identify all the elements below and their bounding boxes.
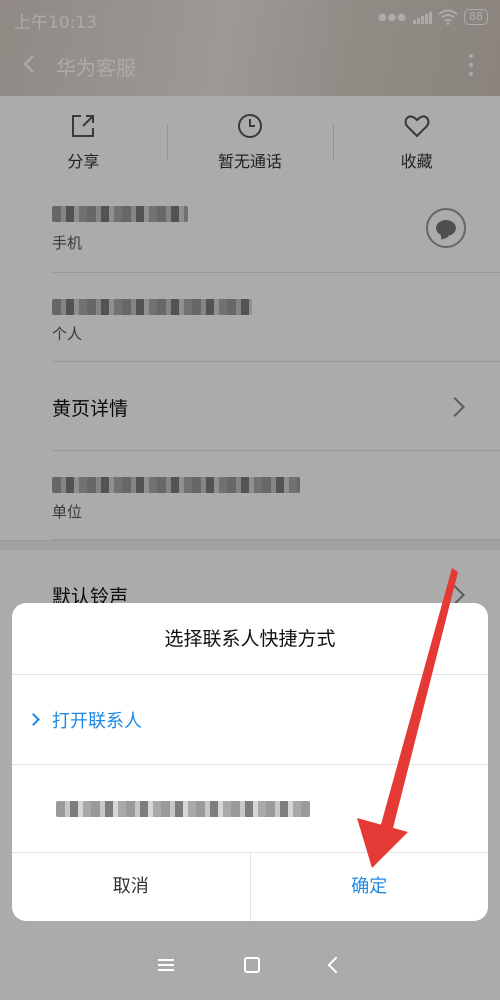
menu-icon[interactable] (158, 959, 174, 971)
open-contact-option[interactable]: 打开联系人 (12, 675, 488, 765)
open-contact-label: 打开联系人 (52, 711, 142, 732)
confirm-button[interactable]: 确定 (251, 853, 489, 921)
dialog-title: 选择联系人快捷方式 (12, 603, 488, 675)
home-icon[interactable] (244, 957, 260, 973)
redacted-option[interactable] (12, 765, 488, 853)
cancel-button[interactable]: 取消 (12, 853, 251, 921)
system-nav-bar (0, 930, 500, 1000)
chevron-right-icon (27, 713, 40, 726)
back-icon[interactable] (327, 956, 345, 974)
dialog-buttons: 取消 确定 (12, 853, 488, 921)
option-redacted (56, 801, 310, 817)
shortcut-dialog: 选择联系人快捷方式 打开联系人 取消 确定 (12, 603, 488, 921)
